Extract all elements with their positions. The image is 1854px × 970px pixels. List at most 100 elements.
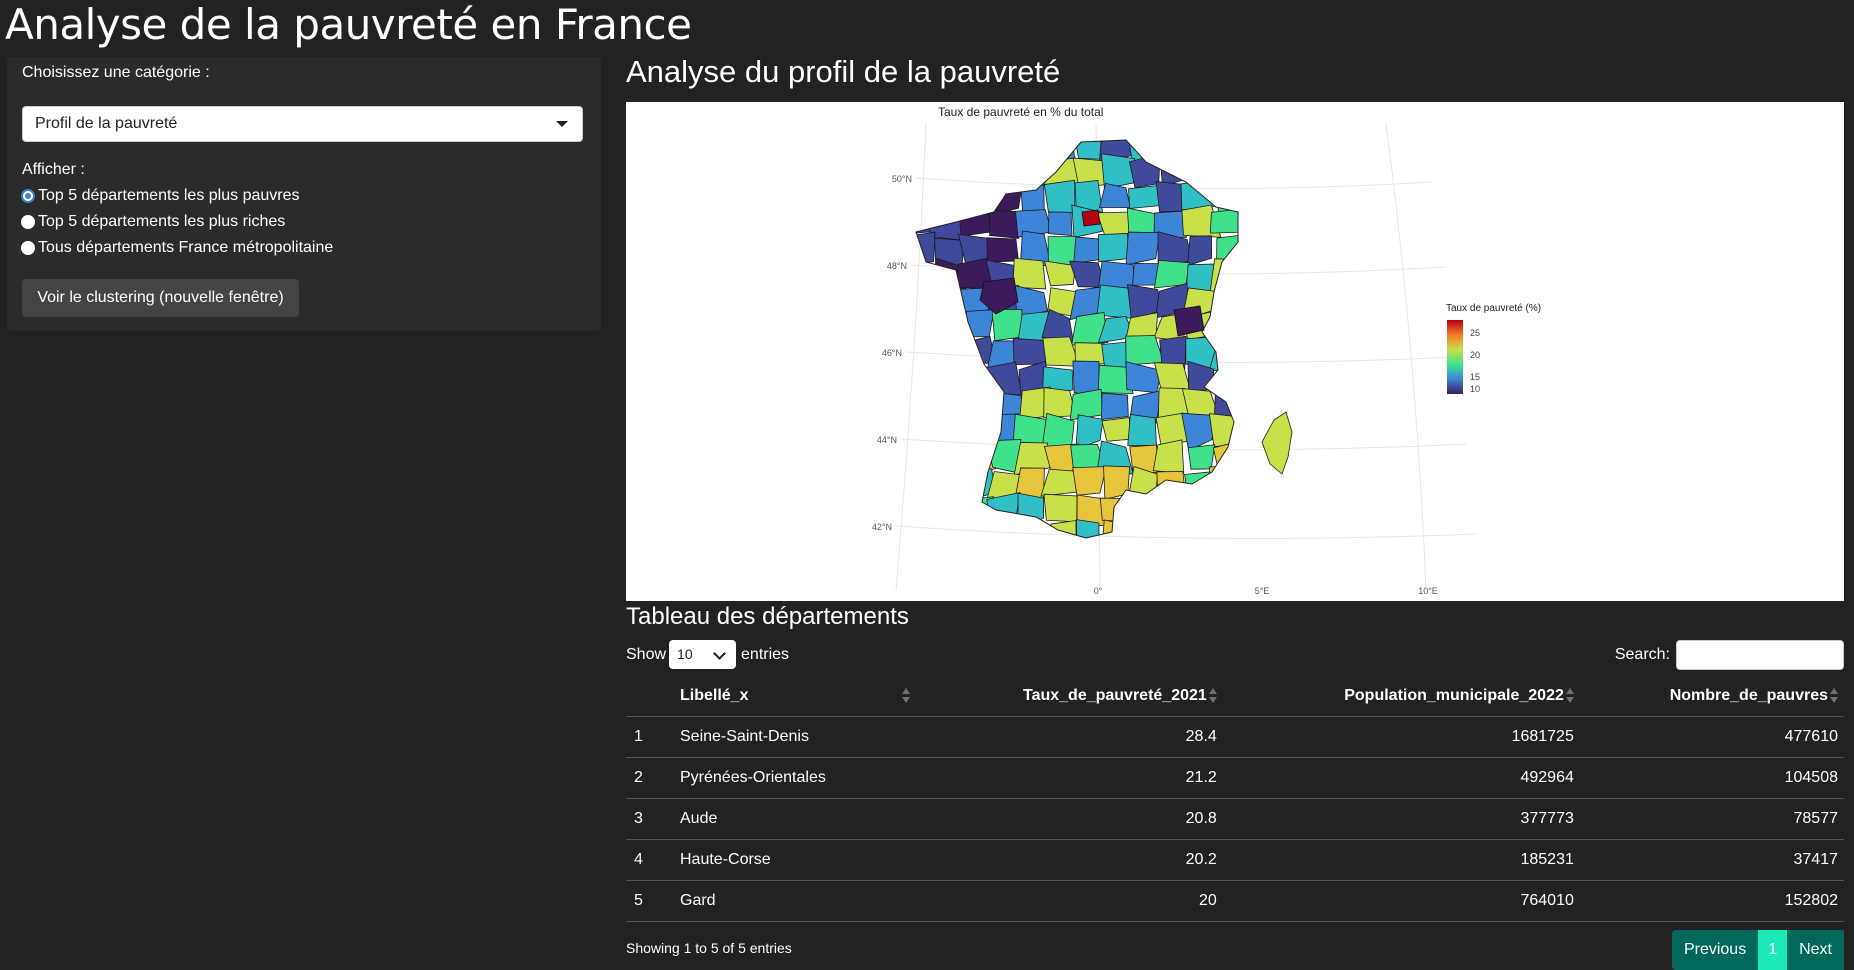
table-info: Showing 1 to 5 of 5 entries — [626, 940, 792, 956]
table-row[interactable]: 4 Haute-Corse 20.2 185231 37417 — [626, 839, 1844, 881]
legend-title: Taux de pauvreté (%) — [1446, 303, 1541, 314]
search-input[interactable] — [1676, 640, 1844, 670]
cell-nombre: 37417 — [1579, 839, 1844, 881]
table-header-row: Libellé_x Taux_de_pauvreté_2021 Populati… — [626, 676, 1844, 717]
department-shape — [1209, 154, 1238, 186]
next-button[interactable]: Next — [1787, 930, 1844, 970]
table-length-control: Show 10 entries — [626, 640, 789, 669]
department-shape — [1157, 231, 1194, 266]
entries-select[interactable]: 10 — [669, 640, 737, 669]
department-shape — [1126, 517, 1165, 538]
department-shape — [1152, 140, 1188, 161]
radio-top5-richest[interactable]: Top 5 départements les plus riches — [21, 213, 285, 231]
sort-icon — [1208, 687, 1217, 704]
department-shape — [986, 140, 1019, 160]
cell-population: 492964 — [1222, 757, 1580, 799]
department-shape — [929, 415, 963, 449]
cell-taux: 20 — [920, 880, 1223, 922]
table-title: Tableau des départements — [626, 603, 909, 630]
sidebar-panel: Choisissez une catégorie : Profil de la … — [7, 57, 601, 331]
department-shape — [1241, 390, 1273, 425]
department-shape — [1020, 184, 1045, 214]
lat-label: 46°N — [882, 348, 902, 358]
clustering-button[interactable]: Voir le clustering (nouvelle fenêtre) — [22, 279, 299, 317]
department-shape — [1215, 518, 1238, 538]
department-shape — [916, 364, 936, 398]
cell-nombre: 477610 — [1579, 716, 1844, 758]
corsica-shape — [1261, 411, 1293, 475]
department-shape — [1128, 184, 1162, 210]
legend-tick: 15 — [1470, 372, 1480, 382]
column-header-libelle[interactable]: Libellé_x — [680, 676, 920, 717]
previous-button[interactable]: Previous — [1671, 930, 1759, 970]
column-header-population[interactable]: Population_municipale_2022 — [1222, 676, 1580, 717]
radio-all-departments[interactable]: Tous départements France métropolitaine — [21, 239, 333, 257]
department-shape — [1181, 495, 1220, 521]
radio-unchecked-icon[interactable] — [21, 241, 35, 255]
table-row[interactable]: 5 Gard 20 764010 152802 — [626, 880, 1844, 922]
department-shape — [1076, 519, 1100, 538]
column-header-index[interactable] — [626, 676, 680, 717]
cell-nombre: 152802 — [1579, 880, 1844, 922]
category-select-value: Profil de la pauvreté — [35, 115, 178, 132]
department-shape — [933, 309, 965, 344]
department-shape — [962, 520, 988, 538]
department-shape — [916, 316, 940, 348]
radio-label: Tous départements France métropolitaine — [38, 239, 334, 256]
department-shape — [1041, 412, 1075, 448]
column-header-label: Libellé_x — [680, 687, 749, 704]
department-shape — [1246, 205, 1269, 234]
sort-icon — [902, 688, 910, 704]
department-shape — [1236, 466, 1238, 500]
table-row[interactable]: 1 Seine-Saint-Denis 28.4 1681725 477610 — [626, 716, 1844, 758]
radio-unchecked-icon[interactable] — [21, 215, 35, 229]
poverty-map: Taux de pauvreté en % du total 50°N 48°N… — [626, 102, 1844, 601]
lat-label: 48°N — [887, 261, 907, 271]
column-header-taux[interactable]: Taux_de_pauvreté_2021 — [920, 676, 1223, 717]
department-shape — [1184, 154, 1219, 188]
sort-icon — [1830, 687, 1838, 704]
department-shape — [1069, 388, 1103, 421]
department-shape — [916, 259, 935, 291]
department-shape — [1099, 497, 1134, 522]
department-shape — [1208, 413, 1238, 448]
page-1-button[interactable]: 1 — [1758, 930, 1788, 970]
table-row[interactable]: 3 Aude 20.8 377773 78577 — [626, 798, 1844, 840]
department-shape — [932, 342, 962, 371]
radio-top5-poorest[interactable]: Top 5 départements les plus pauvres — [21, 187, 299, 205]
map-svg: Taux de pauvreté en % du total 50°N 48°N… — [872, 105, 1541, 596]
department-shape — [929, 518, 970, 538]
lon-label: 0° — [1094, 586, 1103, 596]
department-shape — [1072, 466, 1107, 496]
department-shape — [1186, 235, 1213, 267]
cell-population: 185231 — [1222, 839, 1580, 881]
department-shape — [1237, 237, 1238, 266]
cell-population: 764010 — [1222, 880, 1580, 922]
cell-index: 2 — [626, 757, 680, 799]
table-search: Search: — [1615, 640, 1844, 670]
department-shape — [984, 516, 1023, 538]
show-label: Show — [626, 645, 667, 663]
lon-label: 5°E — [1255, 586, 1270, 596]
pagination: Previous 1 Next — [1671, 930, 1844, 970]
department-shape — [1239, 263, 1270, 290]
department-shape — [928, 287, 963, 320]
department-shape — [928, 362, 961, 396]
department-shape — [961, 309, 995, 338]
lat-label: 42°N — [872, 522, 892, 532]
department-shape — [986, 237, 1019, 263]
page-title: Analyse de la pauvreté en France — [5, 0, 692, 49]
department-shape — [1209, 208, 1238, 234]
department-shape — [1208, 339, 1238, 372]
cell-index: 4 — [626, 839, 680, 881]
department-shape — [1180, 140, 1216, 165]
category-label: Choisissez une catégorie : — [22, 64, 210, 81]
cell-population: 377773 — [1222, 798, 1580, 840]
department-shape — [1124, 495, 1162, 525]
column-header-nombre[interactable]: Nombre_de_pauvres — [1579, 676, 1844, 717]
department-shape — [1237, 140, 1238, 156]
category-select[interactable]: Profil de la pauvreté — [22, 106, 583, 142]
radio-checked-icon[interactable] — [21, 189, 35, 203]
department-shape — [930, 467, 966, 498]
table-row[interactable]: 2 Pyrénées-Orientales 21.2 492964 104508 — [626, 757, 1844, 799]
